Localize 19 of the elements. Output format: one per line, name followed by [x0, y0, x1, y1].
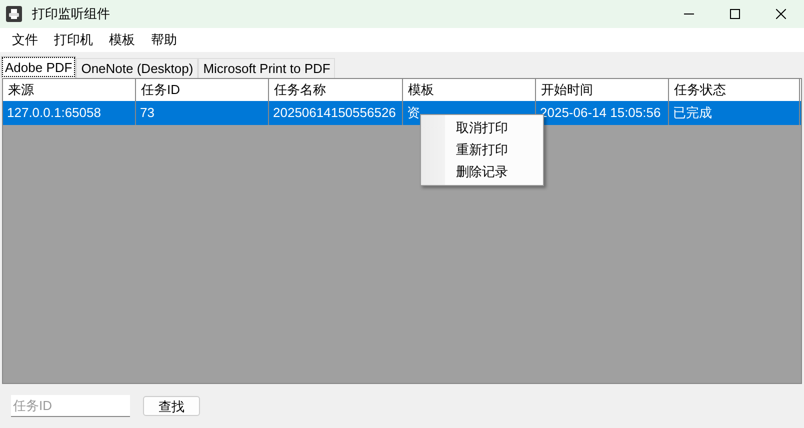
task-id-field[interactable]: 任务ID [11, 395, 130, 417]
menu-item[interactable]: 帮助 [143, 29, 185, 51]
search-button[interactable]: 查找 [143, 396, 200, 416]
table-cell: 127.0.0.1:65058 [3, 101, 136, 125]
menu-item[interactable]: 打印机 [46, 29, 101, 51]
table-cell: 已完成 [669, 101, 800, 125]
tab[interactable]: OneNote (Desktop) [76, 58, 198, 78]
maximize-icon [730, 9, 740, 19]
table-cell: 20250614150556526 [269, 101, 403, 125]
window-title: 打印监听组件 [32, 5, 110, 24]
printer-icon [6, 6, 22, 22]
close-icon [776, 9, 786, 19]
context-menu-item[interactable]: 删除记录 [421, 161, 543, 183]
menu-item[interactable]: 模板 [101, 29, 143, 51]
table-cell: 73 [136, 101, 269, 125]
menu-item[interactable]: 文件 [4, 29, 46, 51]
tab[interactable]: Adobe PDF [1, 56, 76, 78]
context-menu-item[interactable]: 重新打印 [421, 139, 543, 161]
tab[interactable]: Microsoft Print to PDF [198, 58, 336, 78]
